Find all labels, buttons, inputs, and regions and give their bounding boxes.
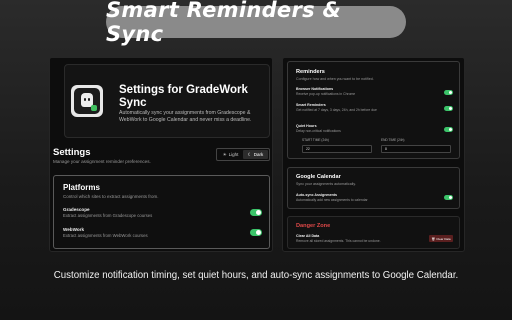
platforms-description: Control which sites to extract assignmen… xyxy=(63,194,159,199)
gradescope-toggle[interactable] xyxy=(250,209,262,216)
caption-text: Customize notification timing, set quiet… xyxy=(53,270,459,281)
quiet-start-label: START TIME (24h) xyxy=(302,138,329,142)
banner-title: Smart Reminders & Sync xyxy=(106,0,342,46)
reminders-title: Reminders xyxy=(296,69,325,75)
calendar-title: Google Calendar xyxy=(296,174,341,180)
browser-notifications-toggle[interactable] xyxy=(444,90,453,95)
theme-dark-option[interactable]: ☾ Dark xyxy=(243,150,268,159)
platform-row-gradescope: Gradescope Extract assignments from Grad… xyxy=(63,207,153,218)
settings-subtitle: Manage your assignment reminder preferen… xyxy=(53,159,151,164)
quiet-start-input[interactable]: 22 xyxy=(302,145,372,153)
quiet-hours-row: Quiet Hours Delay non-critical notificat… xyxy=(296,124,341,133)
reminders-subtitle: Configure how and when you want to be no… xyxy=(296,77,374,81)
trash-icon: 🗑 xyxy=(431,236,436,241)
settings-screenshot-right: Reminders Configure how and when you wan… xyxy=(282,57,465,252)
smart-reminders-toggle[interactable] xyxy=(444,106,453,111)
google-calendar-card: Google Calendar Sync your assignments au… xyxy=(287,167,460,209)
auto-sync-toggle[interactable] xyxy=(444,195,453,200)
smart-reminders-row: Smart Reminders Get notified at 7 days, … xyxy=(296,103,377,112)
quiet-hours-toggle[interactable] xyxy=(444,127,453,132)
moon-icon: ☾ xyxy=(247,151,252,157)
reminders-card: Reminders Configure how and when you wan… xyxy=(287,61,460,159)
app-logo-icon xyxy=(71,85,103,117)
platforms-card: Platforms Control which sites to extract… xyxy=(53,175,270,249)
danger-zone-card: Danger Zone Clear All Data Remove all st… xyxy=(287,216,460,249)
banner-title-pill: Smart Reminders & Sync xyxy=(106,0,406,46)
theme-toggle[interactable]: ☀ Light ☾ Dark xyxy=(216,148,270,161)
clear-data-button[interactable]: 🗑 Clear Data xyxy=(429,235,453,242)
platforms-title: Platforms xyxy=(63,183,100,192)
sun-icon: ☀ xyxy=(222,151,227,157)
hero-title: Settings for GradeWork Sync xyxy=(119,84,248,109)
quiet-end-input[interactable]: 8 xyxy=(381,145,451,153)
auto-sync-row: Auto-sync Assignments Automatically add … xyxy=(296,193,368,202)
platform-row-webwork: WebWork Extract assignments from WebWork… xyxy=(63,227,148,238)
browser-notifications-row: Browser Notifications Receive pop-up not… xyxy=(296,87,356,96)
settings-title: Settings xyxy=(53,147,91,158)
calendar-subtitle: Sync your assignments automatically. xyxy=(296,182,356,186)
theme-light-option[interactable]: ☀ Light xyxy=(218,150,243,159)
danger-zone-title: Danger Zone xyxy=(296,223,331,229)
hero-description: Automatically sync your assignments from… xyxy=(119,110,252,123)
hero-card: Settings for GradeWork Sync Automaticall… xyxy=(64,64,270,138)
webwork-toggle[interactable] xyxy=(250,229,262,236)
quiet-end-label: END TIME (24h) xyxy=(381,138,405,142)
settings-screenshot-left: Settings for GradeWork Sync Automaticall… xyxy=(49,57,273,252)
